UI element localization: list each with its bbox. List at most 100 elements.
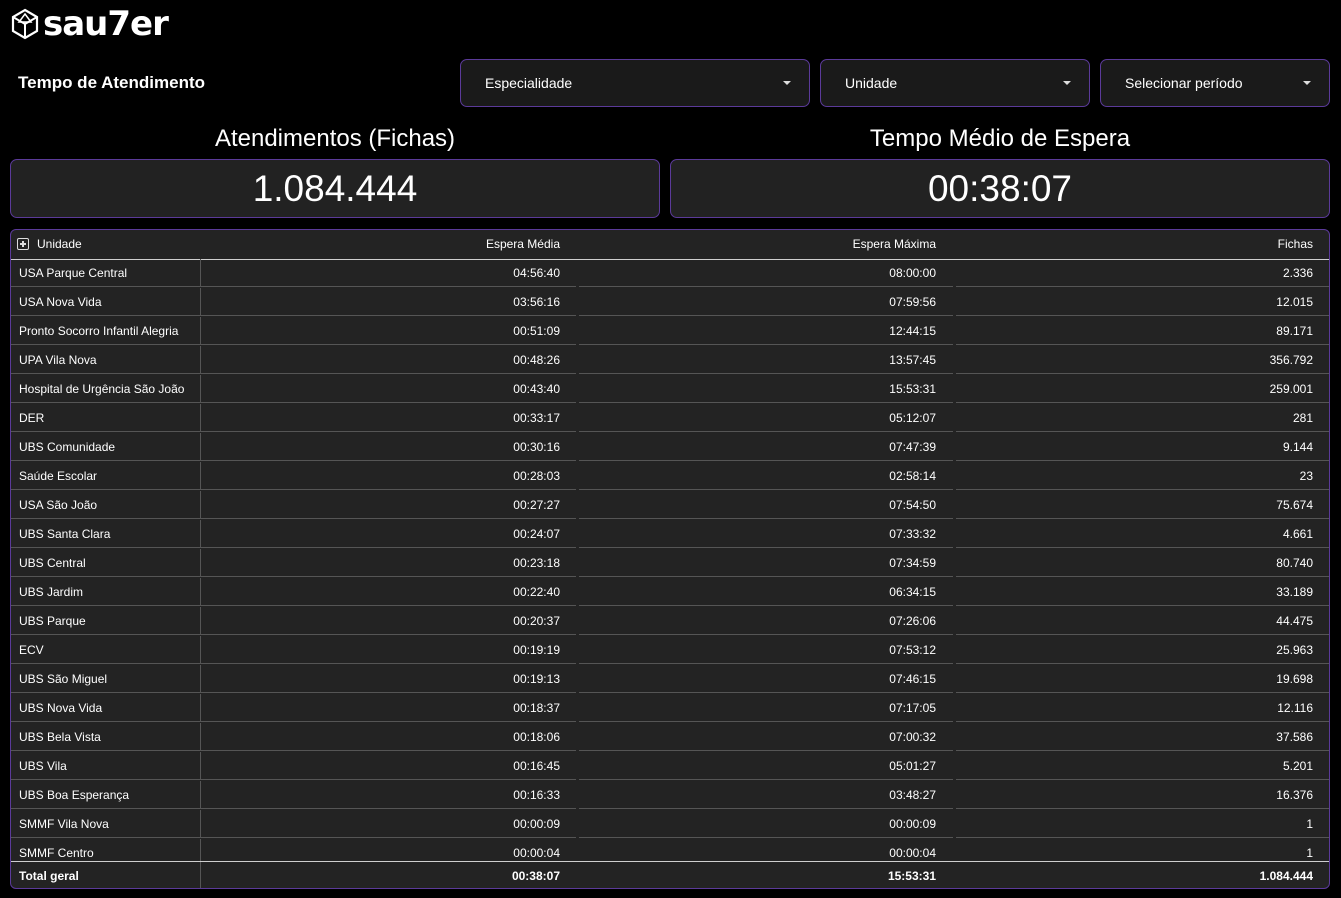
table-row[interactable]: Hospital de Urgência São João 00:43:40 15:… (11, 375, 1329, 404)
cell-fichas: 12.015 (956, 288, 1329, 316)
cell-espera-maxima: 07:33:32 (579, 520, 953, 548)
cell-espera-maxima: 07:59:56 (579, 288, 953, 316)
table-row[interactable]: Pronto Socorro Infantil Alegria 00:51:09 1… (11, 317, 1329, 346)
table-row[interactable]: UBS Jardim 00:22:40 06:34:15 33.189 (11, 578, 1329, 607)
cell-espera-media: 00:20:37 (201, 607, 576, 635)
table-row[interactable]: USA São João 00:27:27 07:54:50 75.674 (11, 491, 1329, 520)
cell-espera-maxima: 07:47:39 (579, 433, 953, 461)
table-row[interactable]: UBS Boa Esperança 00:16:33 03:48:27 16.376 (11, 781, 1329, 810)
table-row[interactable]: UBS Comunidade 00:30:16 07:47:39 9.144 (11, 433, 1329, 462)
atendimentos-kpi-value: 1.084.444 (252, 167, 418, 209)
cell-fichas: 37.586 (956, 723, 1329, 751)
cell-espera-media: 00:16:45 (201, 752, 576, 780)
dice-logo-icon (11, 8, 39, 40)
total-espera-media: 00:38:07 (511, 869, 560, 883)
caret-down-icon (1303, 81, 1311, 85)
cell-espera-media: 00:00:09 (201, 810, 576, 838)
logo-text: sau7er (43, 4, 169, 44)
table-row[interactable]: UBS Vila 00:16:45 05:01:27 5.201 (11, 752, 1329, 781)
cell-unidade: Saúde Escolar (11, 462, 201, 490)
cell-fichas: 12.116 (956, 694, 1329, 722)
table-row[interactable]: UBS Santa Clara 00:24:07 07:33:32 4.661 (11, 520, 1329, 549)
header-espera-media[interactable]: Espera Média (201, 230, 560, 259)
cell-espera-media: 00:19:13 (201, 665, 576, 693)
cell-unidade: DER (11, 404, 201, 432)
especialidade-dropdown-label: Especialidade (485, 75, 573, 91)
cell-fichas: 281 (956, 404, 1329, 432)
cell-unidade: SMMF Centro (11, 839, 201, 861)
header-unidade[interactable]: Unidade (37, 230, 82, 259)
table-row[interactable]: DER 00:33:17 05:12:07 281 (11, 404, 1329, 433)
table-row[interactable]: UBS Central 00:23:18 07:34:59 80.740 (11, 549, 1329, 578)
table-row[interactable]: Saúde Escolar 00:28:03 02:58:14 23 (11, 462, 1329, 491)
cell-espera-maxima: 15:53:31 (579, 375, 953, 403)
cell-espera-maxima: 03:48:27 (579, 781, 953, 809)
cell-espera-media: 00:28:03 (201, 462, 576, 490)
cell-fichas: 259.001 (956, 375, 1329, 403)
cell-espera-media: 00:16:33 (201, 781, 576, 809)
table-row[interactable]: UBS Nova Vida 00:18:37 07:17:05 12.116 (11, 694, 1329, 723)
cell-espera-media: 00:18:37 (201, 694, 576, 722)
cell-espera-maxima: 07:26:06 (579, 607, 953, 635)
table-row[interactable]: UBS Bela Vista 00:18:06 07:00:32 37.586 (11, 723, 1329, 752)
cell-fichas: 4.661 (956, 520, 1329, 548)
tempo-medio-kpi-value: 00:38:07 (927, 167, 1073, 209)
cell-unidade: UPA Vila Nova (11, 346, 201, 374)
cell-unidade: Pronto Socorro Infantil Alegria (11, 317, 201, 345)
cell-espera-maxima: 00:00:09 (579, 810, 953, 838)
cell-unidade: UBS Bela Vista (11, 723, 201, 751)
cell-espera-maxima: 02:58:14 (579, 462, 953, 490)
cell-espera-maxima: 06:34:15 (579, 578, 953, 606)
table-row[interactable]: SMMF Vila Nova 00:00:09 00:00:09 1 (11, 810, 1329, 839)
cell-espera-media: 04:56:40 (201, 259, 576, 287)
cell-espera-media: 00:43:40 (201, 375, 576, 403)
cell-unidade: UBS Boa Esperança (11, 781, 201, 809)
plus-square-icon[interactable] (17, 238, 29, 250)
unidade-dropdown[interactable]: Unidade (820, 59, 1090, 107)
header-fichas[interactable]: Fichas (956, 230, 1313, 259)
table-row[interactable]: USA Parque Central 04:56:40 08:00:00 2.336 (11, 259, 1329, 288)
cell-fichas: 16.376 (956, 781, 1329, 809)
table-row[interactable]: USA Nova Vida 03:56:16 07:59:56 12.015 (11, 288, 1329, 317)
cell-espera-maxima: 07:00:32 (579, 723, 953, 751)
cell-espera-maxima: 05:12:07 (579, 404, 953, 432)
cell-unidade: UBS Vila (11, 752, 201, 780)
table-body[interactable]: USA Parque Central 04:56:40 08:00:00 2.336 U… (11, 259, 1329, 861)
cell-unidade: UBS Comunidade (11, 433, 201, 461)
cell-espera-media: 03:56:16 (201, 288, 576, 316)
cell-fichas: 1 (956, 839, 1329, 861)
tempo-medio-kpi-card: 00:38:07 (670, 159, 1330, 218)
cell-fichas: 33.189 (956, 578, 1329, 606)
cell-unidade: USA Parque Central (11, 259, 201, 287)
cell-unidade: UBS São Miguel (11, 665, 201, 693)
cell-espera-maxima: 07:46:15 (579, 665, 953, 693)
atendimentos-kpi-card: 1.084.444 (10, 159, 660, 218)
especialidade-dropdown[interactable]: Especialidade (460, 59, 810, 107)
unidade-dropdown-label: Unidade (845, 75, 898, 91)
header-espera-maxima[interactable]: Espera Máxima (579, 230, 936, 259)
atendimentos-kpi-label: Atendimentos (Fichas) (214, 125, 456, 152)
table-row[interactable]: SMMF Centro 00:00:04 00:00:04 1 (11, 839, 1329, 861)
table-row[interactable]: UBS Parque 00:20:37 07:26:06 44.475 (11, 607, 1329, 636)
cell-espera-media: 00:30:16 (201, 433, 576, 461)
total-label: Total geral (11, 862, 201, 888)
table-row[interactable]: UBS São Miguel 00:19:13 07:46:15 19.698 (11, 665, 1329, 694)
caret-down-icon (1063, 81, 1071, 85)
tempo-medio-kpi-label: Tempo Médio de Espera (869, 125, 1131, 152)
cell-espera-media: 00:18:06 (201, 723, 576, 751)
cell-espera-media: 00:19:19 (201, 636, 576, 664)
cell-espera-maxima: 07:17:05 (579, 694, 953, 722)
page-title: Tempo de Atendimento (18, 73, 205, 92)
cell-espera-maxima: 13:57:45 (579, 346, 953, 374)
cell-espera-maxima: 12:44:15 (579, 317, 953, 345)
cell-espera-maxima: 05:01:27 (579, 752, 953, 780)
table-row[interactable]: UPA Vila Nova 00:48:26 13:57:45 356.792 (11, 346, 1329, 375)
cell-espera-maxima: 08:00:00 (579, 259, 953, 287)
periodo-dropdown[interactable]: Selecionar período (1100, 59, 1330, 107)
table-row[interactable]: ECV 00:19:19 07:53:12 25.963 (11, 636, 1329, 665)
cell-fichas: 5.201 (956, 752, 1329, 780)
cell-unidade: Hospital de Urgência São João (11, 375, 201, 403)
cell-unidade: UBS Jardim (11, 578, 201, 606)
cell-unidade: USA Nova Vida (11, 288, 201, 316)
cell-unidade: UBS Santa Clara (11, 520, 201, 548)
